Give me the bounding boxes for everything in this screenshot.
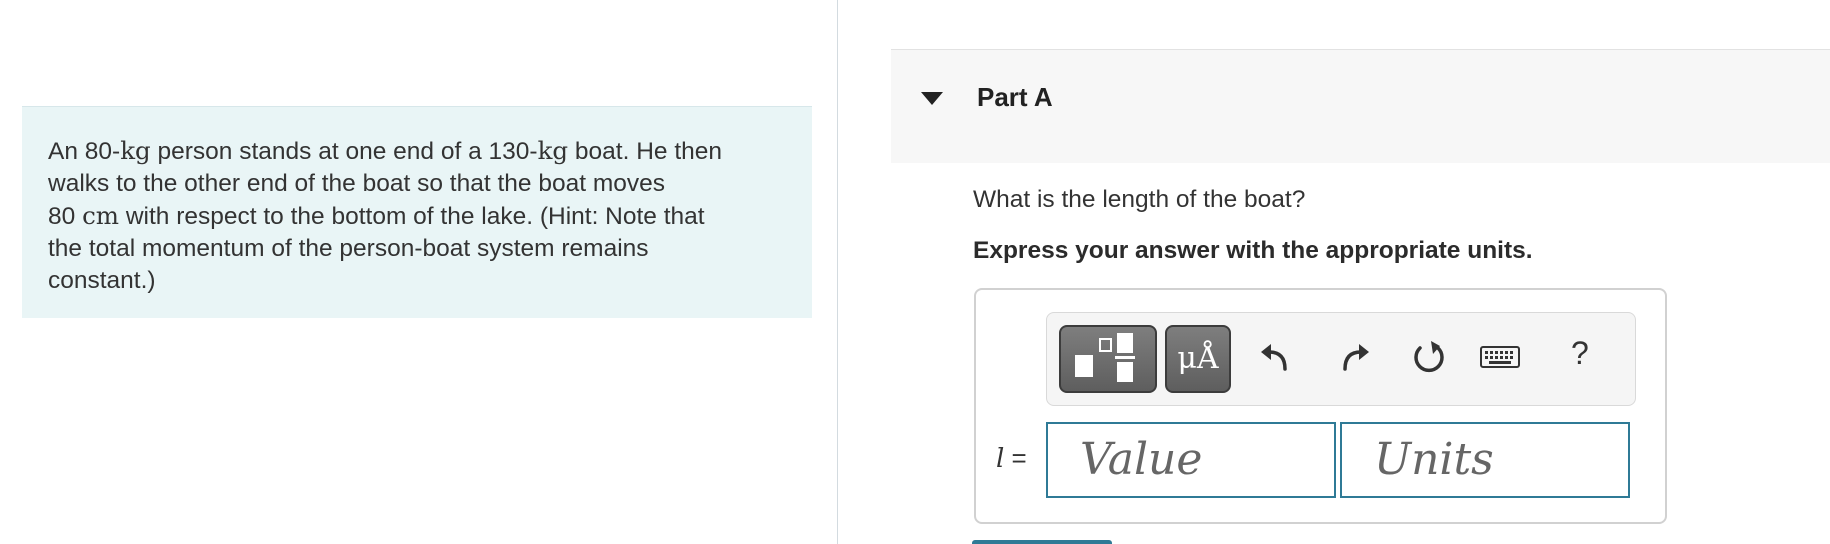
fraction-template-button[interactable] (1059, 325, 1157, 393)
reset-icon[interactable] (1407, 335, 1451, 379)
equals-sign: = (1004, 443, 1027, 473)
collapse-caret-icon[interactable] (921, 92, 943, 105)
problem-line: the total momentum of the person-boat sy… (48, 233, 786, 265)
units-input[interactable]: Units (1340, 422, 1630, 498)
units-button[interactable]: μÅ (1165, 325, 1231, 393)
unit-text: kg (120, 136, 151, 165)
unit-text: kg (537, 136, 569, 165)
problem-line: constant.) (48, 265, 786, 297)
problem-text: the total momentum of the person-boat sy… (48, 235, 649, 262)
problem-statement: An 80-kg person stands at one end of a 1… (22, 106, 812, 318)
help-button[interactable]: ? (1571, 335, 1589, 372)
problem-text: with respect to the bottom of the lake. … (119, 203, 705, 230)
undo-icon[interactable] (1255, 335, 1299, 379)
instruction-text: Express your answer with the appropriate… (973, 237, 1533, 264)
part-a-header[interactable]: Part A (891, 49, 1830, 163)
column-divider (837, 0, 838, 544)
problem-text: 80 (48, 203, 83, 230)
problem-text: constant.) (48, 267, 156, 294)
problem-line: 80 cm with respect to the bottom of the … (48, 200, 786, 233)
redo-icon[interactable] (1331, 335, 1375, 379)
fraction-template-icon (1075, 333, 1135, 382)
value-input[interactable]: Value (1046, 422, 1336, 498)
submit-button[interactable] (972, 540, 1112, 544)
problem-text: An 80- (48, 138, 121, 165)
problem-text: boat. He then (568, 138, 723, 165)
part-title: Part A (977, 82, 1053, 112)
question-text: What is the length of the boat? (973, 186, 1306, 213)
problem-text: person stands at one end of a 130- (150, 138, 538, 165)
unit-text: cm (82, 201, 120, 230)
problem-text: walks to the other end of the boat so th… (48, 170, 665, 197)
problem-line: walks to the other end of the boat so th… (48, 168, 786, 200)
keyboard-icon[interactable] (1479, 335, 1521, 379)
problem-line: An 80-kg person stands at one end of a 1… (48, 135, 786, 168)
variable-label: l = (996, 443, 1027, 474)
math-toolbar: μÅ ? (1046, 312, 1636, 406)
answer-panel: μÅ ? l = Value Units (974, 288, 1667, 524)
